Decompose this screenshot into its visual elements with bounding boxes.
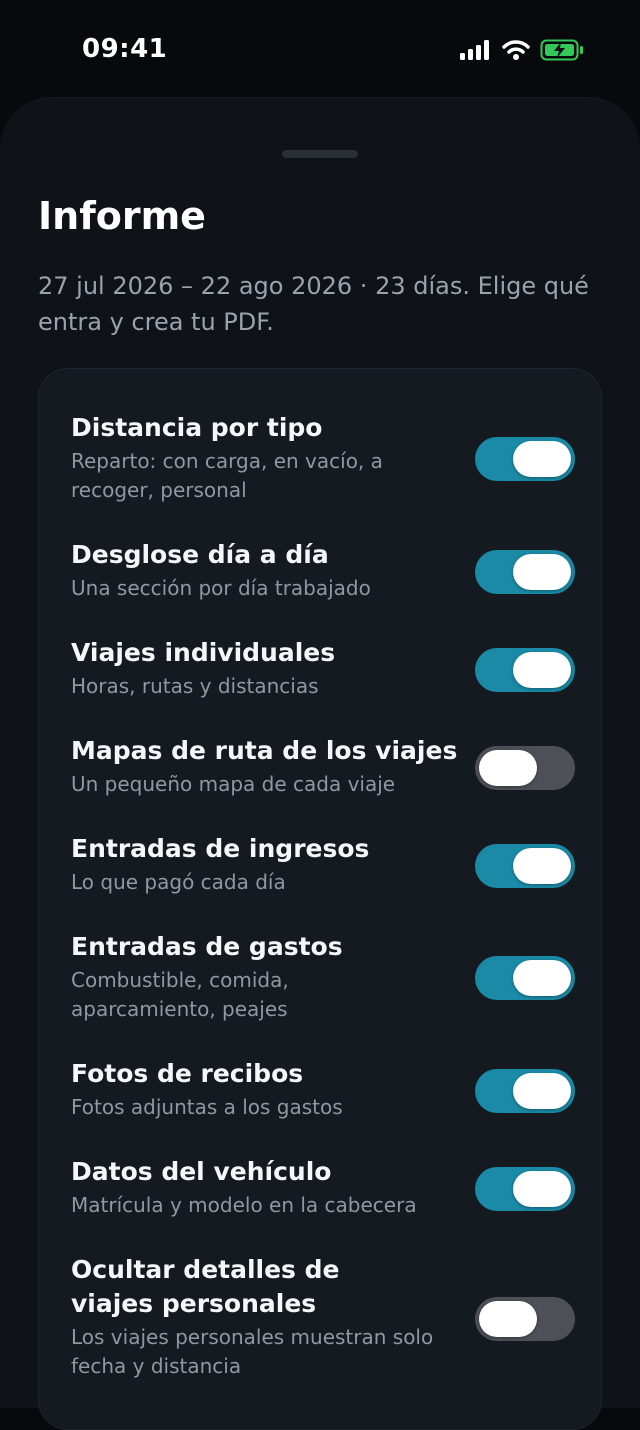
- toggle-individual-trips[interactable]: [475, 648, 575, 692]
- status-bar: 09:41: [0, 0, 640, 100]
- option-description: Matrícula y modelo en la cabecera: [71, 1193, 417, 1217]
- option-title: Fotos de recibos: [71, 1059, 304, 1088]
- toggle-income-entries[interactable]: [475, 844, 575, 888]
- toggle-knob: [513, 848, 571, 884]
- option-description: Lo que pagó cada día: [71, 870, 286, 894]
- toggle-knob: [513, 554, 571, 590]
- toggle-hide-personal-trips[interactable]: [475, 1297, 575, 1341]
- page-subtitle: 27 jul 2026 – 22 ago 2026 · 23 días. Eli…: [38, 272, 589, 336]
- toggle-receipt-photos[interactable]: [475, 1069, 575, 1113]
- option-row-individual-trips: Viajes individuales Horas, rutas y dista…: [71, 636, 575, 701]
- cellular-signal-icon: [460, 40, 492, 64]
- toggle-knob: [479, 1301, 537, 1337]
- toggle-vehicle-data[interactable]: [475, 1167, 575, 1211]
- option-row-income-entries: Entradas de ingresos Lo que pagó cada dí…: [71, 832, 575, 897]
- option-title: Entradas de gastos: [71, 932, 343, 961]
- option-row-distance-by-type: Distancia por tipo Reparto: con carga, e…: [71, 411, 575, 505]
- option-description: Una sección por día trabajado: [71, 576, 371, 600]
- toggle-expense-entries[interactable]: [475, 956, 575, 1000]
- status-time: 09:41: [82, 34, 168, 64]
- option-title: Distancia por tipo: [71, 413, 323, 442]
- page-title: Informe: [38, 194, 206, 238]
- toggle-knob: [513, 441, 571, 477]
- option-row-daily-breakdown: Desglose día a día Una sección por día t…: [71, 538, 575, 603]
- option-row-vehicle-data: Datos del vehículo Matrícula y modelo en…: [71, 1155, 575, 1220]
- option-description: Los viajes personales muestran solo fech…: [71, 1325, 434, 1378]
- battery-charging-icon: [540, 39, 584, 65]
- options-card: Distancia por tipo Reparto: con carga, e…: [38, 368, 602, 1430]
- toggle-distance-by-type[interactable]: [475, 437, 575, 481]
- toggle-knob: [479, 750, 537, 786]
- report-sheet: Informe 27 jul 2026 – 22 ago 2026 · 23 d…: [0, 98, 640, 1430]
- sheet-grabber[interactable]: [282, 150, 358, 158]
- toggle-knob: [513, 652, 571, 688]
- option-row-expense-entries: Entradas de gastos Combustible, comida, …: [71, 930, 575, 1024]
- option-row-route-maps: Mapas de ruta de los viajes Un pequeño m…: [71, 734, 575, 799]
- option-title: Desglose día a día: [71, 540, 329, 569]
- toggle-knob: [513, 960, 571, 996]
- option-description: Reparto: con carga, en vacío, a recoger,…: [71, 449, 383, 502]
- option-title: Entradas de ingresos: [71, 834, 370, 863]
- toggle-daily-breakdown[interactable]: [475, 550, 575, 594]
- toggle-knob: [513, 1171, 571, 1207]
- toggle-route-maps[interactable]: [475, 746, 575, 790]
- option-row-hide-personal-trips: Ocultar detalles de viajes personales Lo…: [71, 1253, 575, 1381]
- option-title: Viajes individuales: [71, 638, 336, 667]
- option-title: Datos del vehículo: [71, 1157, 332, 1186]
- toggle-knob: [513, 1073, 571, 1109]
- wifi-icon: [502, 40, 530, 64]
- option-row-receipt-photos: Fotos de recibos Fotos adjuntas a los ga…: [71, 1057, 575, 1122]
- option-description: Fotos adjuntas a los gastos: [71, 1095, 343, 1119]
- option-description: Un pequeño mapa de cada viaje: [71, 772, 396, 796]
- option-title: Mapas de ruta de los viajes: [71, 736, 458, 765]
- option-description: Combustible, comida, aparcamiento, peaje…: [71, 968, 289, 1021]
- status-icons: [460, 39, 584, 65]
- option-description: Horas, rutas y distancias: [71, 674, 319, 698]
- option-title: Ocultar detalles de viajes personales: [71, 1255, 340, 1318]
